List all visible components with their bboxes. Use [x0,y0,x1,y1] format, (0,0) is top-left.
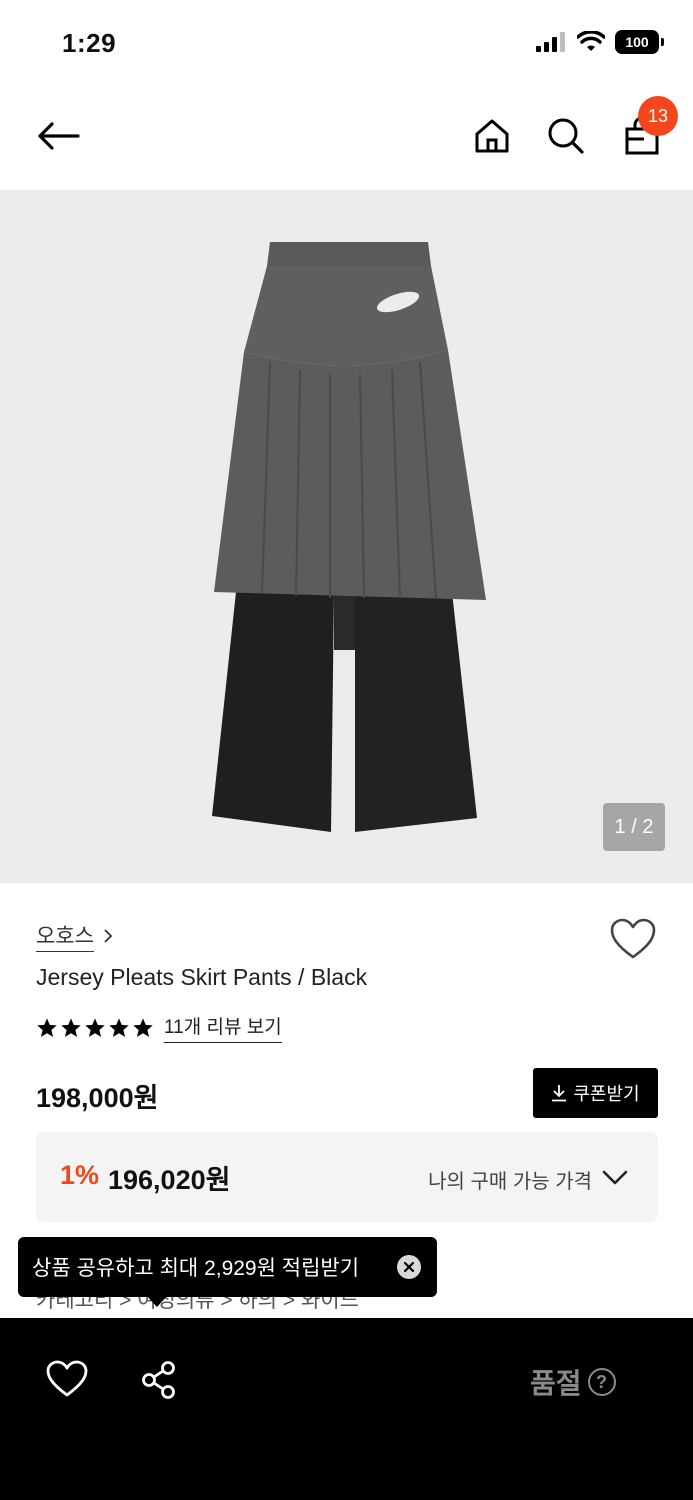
share-reward-text: 상품 공유하고 최대 2,929원 적립받기 [32,1257,360,1280]
back-button[interactable] [30,108,86,164]
my-price-box[interactable]: 1% 196,020원 나의 구매 가능 가격 [36,1132,658,1222]
status-bar: 1:29 100 [0,0,693,88]
search-icon [548,118,584,154]
star-icon [133,1017,153,1037]
wifi-icon [577,31,605,51]
toast-close-button[interactable] [397,1255,421,1279]
share-icon [142,1361,175,1399]
chevron-right-icon [104,929,113,943]
share-reward-toast[interactable]: 상품 공유하고 최대 2,929원 적립받기 [18,1237,437,1307]
coupon-button[interactable]: 쿠폰받기 [533,1068,658,1118]
cart-count-badge: 13 [638,96,678,136]
home-icon [475,119,509,153]
heart-outline-icon [46,1360,88,1397]
rating-row: 11개 리뷰 보기 [36,1012,282,1043]
product-image-gallery[interactable]: 1 / 2 [0,190,693,883]
coupon-button-label: 쿠폰받기 [573,1084,640,1104]
top-nav [0,88,693,190]
download-icon [552,1085,567,1102]
brand-link[interactable]: 오호스 [36,920,114,952]
status-icons: 100 [535,30,664,54]
battery-indicator: 100 [615,30,664,54]
brand-name: 오호스 [36,920,94,952]
review-link[interactable]: 11개 리뷰 보기 [164,1012,282,1043]
star-icon [61,1017,81,1037]
star-icon [109,1017,129,1037]
status-time: 1:29 [62,28,117,58]
search-button[interactable] [540,108,592,164]
discount-price: 196,020원 [108,1165,231,1195]
star-icon [85,1017,105,1037]
my-price-label: 나의 구매 가능 가격 [428,1171,592,1193]
heart-outline-icon [610,918,656,959]
share-button[interactable] [140,1360,178,1400]
chevron-down-icon [602,1170,628,1185]
wishlist-button[interactable] [610,918,656,962]
bottom-wishlist-button[interactable] [46,1360,88,1398]
discount-rate: 1% [60,1160,100,1190]
bottom-action-bar: 품절 ? [0,1318,693,1500]
help-icon[interactable]: ? [587,1368,616,1396]
back-arrow-icon [38,122,80,150]
star-icon [37,1017,57,1037]
product-name: Jersey Pleats Skirt Pants / Black [36,964,368,990]
close-icon [404,1262,414,1272]
sold-out-label: 품절 [530,1368,582,1399]
star-rating [36,1017,154,1039]
image-counter: 1 / 2 [603,803,665,851]
sold-out-status: 품절 ? [530,1362,616,1402]
home-button[interactable] [466,108,518,164]
product-price: 198,000원 [36,1083,159,1113]
signal-icon [536,32,565,52]
product-photo [212,242,486,832]
